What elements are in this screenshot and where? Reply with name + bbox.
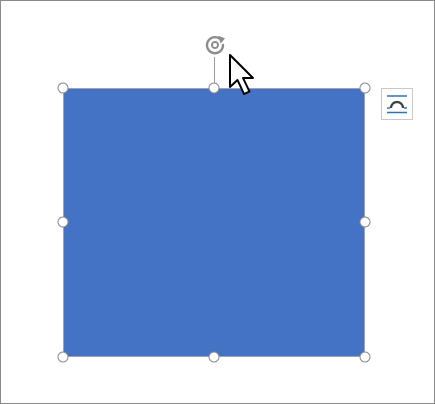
resize-handle-bottom-right[interactable] [359, 351, 371, 363]
document-canvas [0, 0, 435, 404]
resize-handle-middle-right[interactable] [359, 216, 371, 228]
layout-options-button[interactable] [381, 88, 413, 120]
resize-handle-top-left[interactable] [57, 82, 69, 94]
rotate-icon [205, 35, 225, 55]
resize-handle-top-right[interactable] [359, 82, 371, 94]
rotate-handle[interactable] [202, 32, 228, 58]
rectangle-shape[interactable] [63, 88, 365, 357]
resize-handle-middle-left[interactable] [57, 216, 69, 228]
resize-handle-top-center[interactable] [208, 82, 220, 94]
wrap-text-icon [387, 95, 407, 114]
resize-handle-bottom-left[interactable] [57, 351, 69, 363]
resize-handle-bottom-center[interactable] [208, 351, 220, 363]
